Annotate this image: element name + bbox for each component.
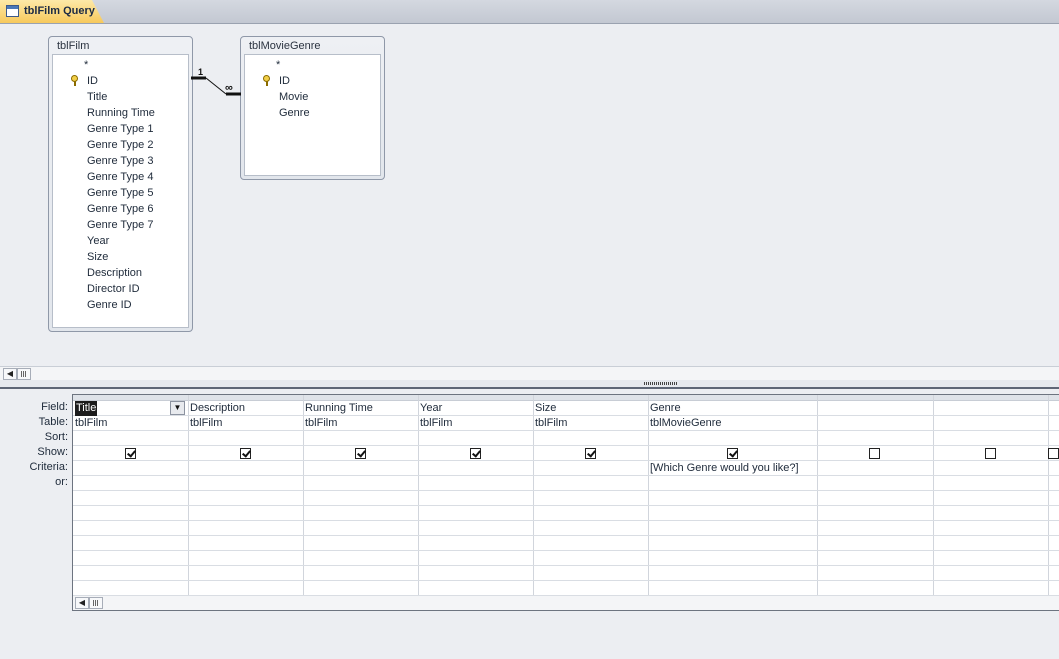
query-design-upper-pane: tblFilm * ID Title Running Time Genre Type 1… [0,24,1059,367]
field-list-item[interactable]: * [84,58,88,72]
field-list-title: tblFilm [57,40,90,52]
field-list-item[interactable]: Movie [279,90,308,104]
field-list-item[interactable]: Genre ID [87,298,132,312]
grid-row-divider [73,460,1059,461]
field-list-item[interactable]: Genre Type 5 [87,186,153,200]
grid-row-divider [73,475,1059,476]
grid-cell-table[interactable]: tblFilm [190,416,222,431]
grid-row-divider [73,580,1059,581]
query-design-grid-pane: Field: Table: Sort: Show: Criteria: or: ◀ Tit… [0,389,1059,659]
grid-row-divider [73,445,1059,446]
grid-row-divider [73,595,1059,596]
grid-row-divider [73,520,1059,521]
show-checkbox[interactable] [1048,448,1059,459]
scroll-left-button[interactable]: ◀ [75,597,89,609]
field-list-item[interactable]: Genre Type 3 [87,154,153,168]
grid-row-divider [73,490,1059,491]
grid-row-label: or: [55,476,68,488]
show-checkbox[interactable] [125,448,136,459]
field-list-item[interactable]: Genre [279,106,310,120]
grid-cell-criteria[interactable]: [Which Genre would you like?] [650,461,799,476]
show-checkbox[interactable] [470,448,481,459]
scroll-thumb[interactable] [89,597,103,609]
field-list-item[interactable]: Genre Type 2 [87,138,153,152]
pane-splitter[interactable] [0,380,1059,389]
grid-cell-field[interactable]: Size [535,401,556,416]
field-list-item[interactable]: Genre Type 4 [87,170,153,184]
grid-row-label: Criteria: [29,461,68,473]
grid-row-label: Table: [38,416,68,428]
field-list-item[interactable]: Genre Type 1 [87,122,153,136]
grid-cell-table[interactable]: tblFilm [420,416,452,431]
grid-row-label: Show: [37,446,68,458]
field-list-item[interactable]: Description [87,266,142,280]
show-checkbox[interactable] [585,448,596,459]
field-list-item[interactable]: Title [87,90,107,104]
show-checkbox[interactable] [869,448,880,459]
field-list-items: * ID Title Running Time Genre Type 1 Genre Ty… [52,54,189,328]
field-list-item[interactable]: Year [87,234,109,248]
relationship-one-label: 1 [198,67,203,77]
field-list-tblfilm[interactable]: tblFilm * ID Title Running Time Genre Type 1… [48,36,193,332]
show-checkbox[interactable] [985,448,996,459]
field-list-item[interactable]: Director ID [87,282,140,296]
grid-cell-field[interactable]: Genre [650,401,681,416]
grid-row-label: Sort: [44,431,68,443]
grid-horizontal-scrollbar[interactable]: ◀ [73,595,1059,610]
primary-key-icon [71,75,78,86]
grid-cell-table[interactable]: tblFilm [305,416,337,431]
field-list-item[interactable]: Genre Type 6 [87,202,153,216]
splitter-grip[interactable] [644,382,678,385]
relationship-line[interactable]: 1 ∞ [190,64,242,100]
primary-key-icon [263,75,270,86]
field-list-title: tblMovieGenre [249,40,321,52]
field-list-item[interactable]: ID [279,74,290,88]
field-list-tblmoviegenre[interactable]: tblMovieGenre * ID Movie Genre [240,36,385,180]
scroll-thumb[interactable] [17,368,31,380]
grid-row-divider [73,505,1059,506]
field-list-item[interactable]: Size [87,250,108,264]
field-list-item[interactable]: ID [87,74,98,88]
grid-cell-field[interactable]: Year [420,401,442,416]
document-tab-bar: tblFilm Query [0,0,1059,24]
tab-label: tblFilm Query [24,5,95,17]
grid-row-label: Field: [41,401,68,413]
grid-row-divider [73,565,1059,566]
grid-cell-field[interactable]: Title [75,401,98,416]
field-list-items: * ID Movie Genre [244,54,381,176]
show-checkbox[interactable] [727,448,738,459]
field-list-item[interactable]: * [276,58,280,72]
design-grid: ◀ Title tblFilm Description tblFilm Running … [72,394,1059,611]
field-dropdown-button[interactable]: ▼ [170,401,185,415]
relationship-many-label: ∞ [225,82,233,94]
field-list-item[interactable]: Running Time [87,106,155,120]
grid-row-divider [73,535,1059,536]
grid-cell-field[interactable]: Running Time [305,401,373,416]
grid-cell-field[interactable]: Description [190,401,245,416]
scroll-left-button[interactable]: ◀ [3,368,17,380]
tab-tblfilm-query[interactable]: tblFilm Query [0,0,104,23]
query-icon [6,5,19,17]
grid-row-divider [73,550,1059,551]
show-checkbox[interactable] [355,448,366,459]
show-checkbox[interactable] [240,448,251,459]
upper-horizontal-scrollbar[interactable]: ◀ [0,366,1059,381]
grid-cell-table[interactable]: tblFilm [535,416,567,431]
grid-cell-table[interactable]: tblMovieGenre [650,416,722,431]
grid-cell-table[interactable]: tblFilm [75,416,107,431]
field-list-item[interactable]: Genre Type 7 [87,218,153,232]
